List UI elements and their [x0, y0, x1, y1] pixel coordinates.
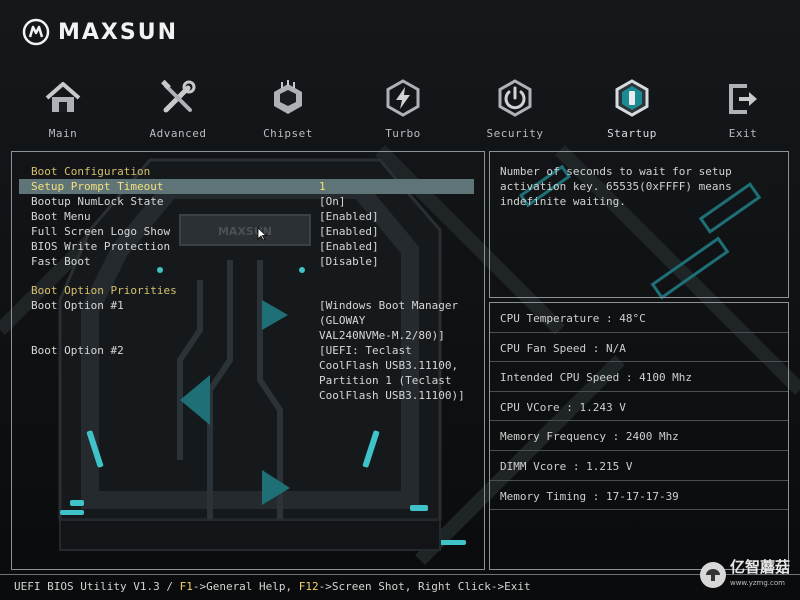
- chip-icon: [274, 80, 302, 114]
- status-bar: UEFI BIOS Utility V1.3 / F1->General Hel…: [0, 559, 800, 600]
- watermark-url: www.yzmg.com: [729, 579, 785, 587]
- mushroom-logo-icon: [699, 562, 726, 588]
- info-dimm-vcore: DIMM Vcore : 1.215 V: [490, 451, 788, 481]
- info-memory-frequency: Memory Frequency : 2400 Mhz: [490, 421, 788, 451]
- info-cpu-fan-speed: CPU Fan Speed : N/A: [490, 333, 788, 363]
- maxsun-logo-icon: [22, 18, 50, 46]
- info-intended-cpu-speed: Intended CPU Speed : 4100 Mhz: [490, 362, 788, 392]
- brand-name: MAXSUN: [58, 19, 179, 45]
- info-cpu-temperature: CPU Temperature : 48°C: [490, 303, 788, 333]
- mouse-cursor-icon: [257, 227, 267, 241]
- lightning-icon: [386, 79, 420, 117]
- nav-tab-advanced[interactable]: Advanced: [133, 78, 223, 140]
- tools-icon: [161, 79, 196, 113]
- nav-tab-chipset[interactable]: Chipset: [243, 78, 333, 140]
- nav-label-main: Main: [48, 127, 78, 140]
- home-icon: [45, 82, 81, 112]
- help-panel: Number of seconds to wait for setup acti…: [489, 151, 789, 298]
- nav-tab-security[interactable]: Security: [470, 78, 560, 140]
- f1-key: F1: [179, 580, 193, 593]
- nav-label-startup: Startup: [607, 127, 657, 140]
- nav-tab-exit[interactable]: Exit: [698, 78, 788, 140]
- help-description: Number of seconds to wait for setup acti…: [500, 165, 732, 208]
- startup-icon: [615, 79, 649, 117]
- info-cpu-vcore: CPU VCore : 1.243 V: [490, 392, 788, 422]
- nav-label-chipset: Chipset: [263, 127, 313, 140]
- nav-label-security: Security: [486, 127, 544, 140]
- watermark-text: 亿智蘑菇: [729, 558, 790, 576]
- top-navigation: Main Advanced Chipset Turbo Security Sta…: [0, 78, 800, 144]
- nav-label-exit: Exit: [728, 127, 758, 140]
- nav-tab-turbo[interactable]: Turbo: [358, 78, 448, 140]
- nav-tab-main[interactable]: Main: [18, 78, 108, 140]
- power-icon: [498, 79, 532, 117]
- nav-label-advanced: Advanced: [149, 127, 207, 140]
- system-info-panel: CPU Temperature : 48°C CPU Fan Speed : N…: [489, 302, 789, 570]
- site-watermark: 亿智蘑菇 www.yzmg.com: [699, 558, 790, 591]
- status-help-text: UEFI BIOS Utility V1.3 / F1->General Hel…: [14, 580, 531, 593]
- nav-label-turbo: Turbo: [385, 127, 421, 140]
- maxsun-logo: MAXSUN: [22, 16, 178, 48]
- settings-panel: [11, 151, 485, 570]
- f12-key: F12: [298, 580, 319, 593]
- exit-icon: [729, 84, 757, 114]
- nav-tab-startup[interactable]: Startup: [587, 78, 677, 140]
- info-memory-timing: Memory Timing : 17-17-17-39: [490, 481, 788, 511]
